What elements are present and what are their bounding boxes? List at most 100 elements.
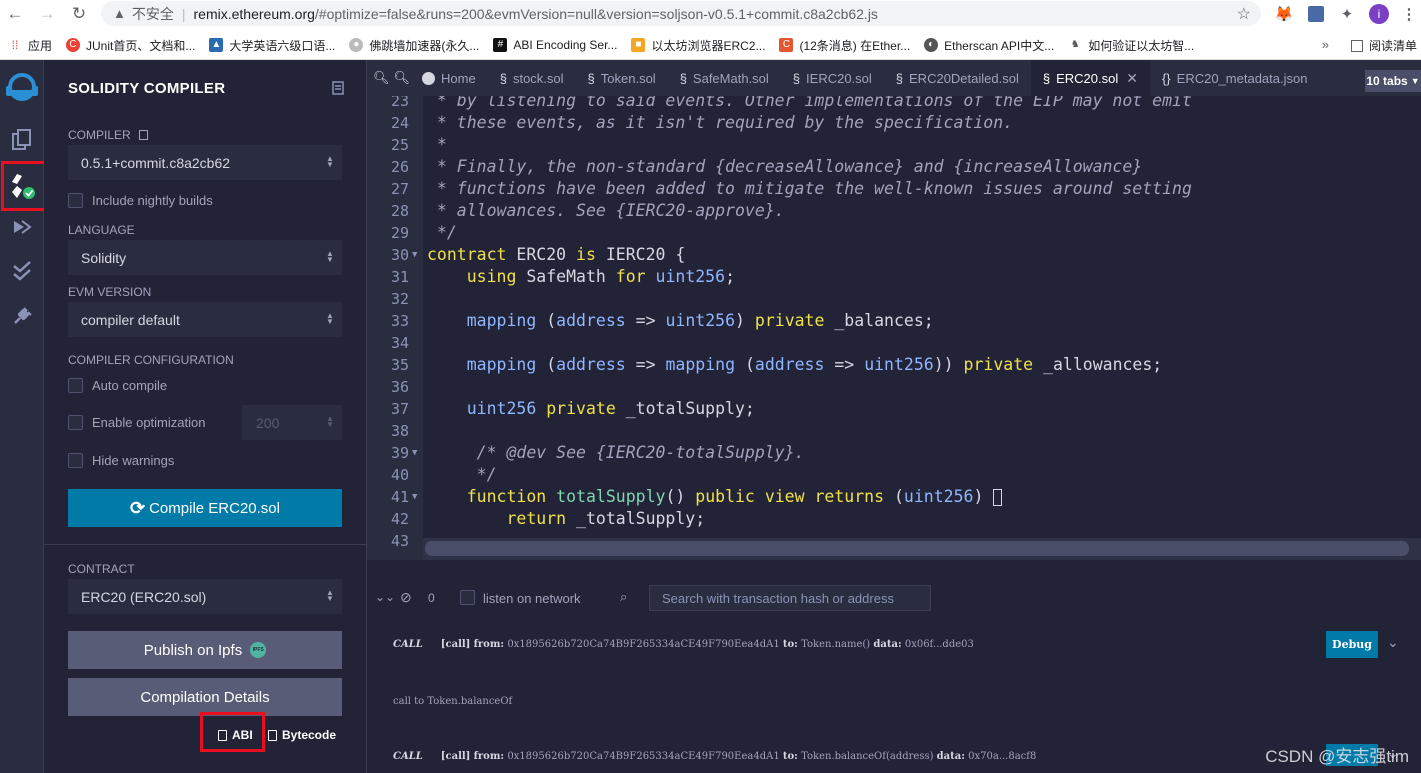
code-line[interactable]: 24 * these events, as it isn't required …	[367, 112, 1421, 134]
bookmark-item[interactable]: ◐ Etherscan API中文...	[924, 37, 1054, 54]
code-line[interactable]: 41 ▼ function totalSupply() public view r…	[367, 486, 1421, 508]
code-line[interactable]: 37 uint256 private _totalSupply;	[367, 398, 1421, 420]
debug-button[interactable]: Debug	[1326, 631, 1378, 658]
tab-ierc20-sol[interactable]: § IERC20.sol	[781, 60, 884, 96]
collapse-terminal-icon[interactable]: ⌄⌄	[375, 590, 395, 604]
language-label: LANGUAGE	[68, 223, 135, 237]
enable-optimization-checkbox[interactable]: Enable optimization	[68, 415, 205, 430]
code-line[interactable]: 23 * by listening to said events. Other …	[367, 96, 1421, 112]
checkbox-box[interactable]	[68, 378, 83, 393]
tab-stock-sol[interactable]: § stock.sol	[488, 60, 576, 96]
profile-avatar[interactable]: i	[1367, 2, 1391, 26]
line-number: 28	[390, 202, 409, 220]
include-nightly-checkbox[interactable]: Include nightly builds	[68, 193, 213, 208]
code-line[interactable]: 33 mapping (address => uint256) private …	[367, 310, 1421, 332]
plugin-manager-icon[interactable]	[8, 302, 36, 330]
extension-icon[interactable]	[1304, 2, 1328, 26]
tab-safemath-sol[interactable]: § SafeMath.sol	[668, 60, 781, 96]
bookmark-item[interactable]: ● 佛跳墙加速器(永久...	[349, 37, 479, 54]
bookmark-item[interactable]: # ABI Encoding Ser...	[493, 38, 617, 52]
tab-erc20-sol[interactable]: § ERC20.sol ✕	[1030, 60, 1150, 96]
language-select[interactable]: Solidity ▲ ▼	[68, 240, 342, 275]
terminal-call-row[interactable]: CALL [call] from: 0x1895626b720Ca74B9F265…	[393, 751, 1036, 762]
auto-compile-checkbox[interactable]: Auto compile	[68, 378, 167, 393]
menu-icon[interactable]: ⋮	[1397, 2, 1421, 26]
tab-erc20-metadata-json[interactable]: {} ERC20_metadata.json	[1150, 60, 1320, 96]
optimization-runs-input[interactable]: 200 ▲ ▼	[242, 405, 342, 440]
code-line[interactable]: 26 * Finally, the non-standard {decrease…	[367, 156, 1421, 178]
code-line[interactable]: 34	[367, 332, 1421, 354]
checkbox-box[interactable]	[68, 193, 83, 208]
code-line[interactable]: 35 mapping (address => mapping (address …	[367, 354, 1421, 376]
tabs-count-dropdown[interactable]: 10 tabs ▼	[1365, 70, 1421, 92]
tab-token-sol[interactable]: § Token.sol	[576, 60, 668, 96]
code-text: */	[427, 223, 457, 242]
reading-list[interactable]: 阅读清单	[1350, 37, 1417, 54]
code-line[interactable]: 40 */	[367, 464, 1421, 486]
bookmark-item[interactable]: ♞ 如何验证以太坊智...	[1068, 37, 1195, 54]
address-bar[interactable]: ▲ 不安全 | remix.ethereum.org/#optimize=fal…	[101, 1, 1261, 26]
fold-arrow-icon[interactable]: ▼	[412, 486, 417, 508]
metamask-icon[interactable]: 🦊	[1272, 2, 1296, 26]
compiler-version-select[interactable]: 0.5.1+commit.c8a2cb62 ▲ ▼	[68, 145, 342, 180]
code-line[interactable]: 32	[367, 288, 1421, 310]
bookmark-favicon: ◐	[924, 38, 939, 52]
hide-warnings-checkbox[interactable]: Hide warnings	[68, 453, 174, 468]
evm-version-select[interactable]: compiler default ▲ ▼	[68, 302, 342, 337]
bookmark-item[interactable]: ▲ 大学英语六级口语...	[209, 37, 335, 54]
code-line[interactable]: 29 */	[367, 222, 1421, 244]
side-panel: SOLIDITY COMPILER COMPILER 0.5.1+commit.…	[44, 60, 367, 773]
testing-icon[interactable]	[8, 257, 36, 285]
code-line[interactable]: 39 ▼ /* @dev See {IERC20-totalSupply}.	[367, 442, 1421, 464]
compilation-details-button[interactable]: Compilation Details	[68, 678, 342, 716]
code-line[interactable]: 38	[367, 420, 1421, 442]
publish-ipfs-button[interactable]: Publish on Ipfs IPFS	[68, 631, 342, 669]
forward-icon[interactable]: →	[34, 1, 60, 27]
reload-icon[interactable]: ↻	[66, 1, 92, 27]
checkbox-box[interactable]	[68, 415, 83, 430]
terminal-search-input[interactable]: Search with transaction hash or address	[649, 585, 931, 611]
code-text: * allowances. See {IERC20-approve}.	[427, 201, 785, 220]
bookmark-star-icon[interactable]: ☆	[1237, 4, 1251, 24]
tab-home[interactable]: Home	[410, 60, 488, 96]
code-line[interactable]: 25 *	[367, 134, 1421, 156]
bytecode-copy-link[interactable]: Bytecode	[268, 728, 336, 742]
compile-button[interactable]: ⟳ Compile ERC20.sol	[68, 489, 342, 527]
code-line[interactable]: 42 return _totalSupply;	[367, 508, 1421, 530]
terminal-call-row[interactable]: CALL [call] from: 0x1895626b720Ca74B9F265…	[393, 639, 974, 650]
chevron-down-icon[interactable]: ⌄	[1387, 635, 1399, 651]
code-line[interactable]: 30 ▼ contract ERC20 is IERC20 {	[367, 244, 1421, 266]
back-icon[interactable]: ←	[2, 1, 28, 27]
zoom-in-icon[interactable]: 🔍︎	[394, 70, 411, 86]
bookmark-item[interactable]: C JUnit首页、文档和...	[66, 37, 195, 54]
add-compiler-icon[interactable]	[139, 130, 149, 140]
puzzle-icon[interactable]: ✦	[1335, 2, 1359, 26]
fold-arrow-icon[interactable]: ▼	[412, 244, 417, 266]
code-text: * Finally, the non-standard {decreaseAll…	[427, 157, 1143, 176]
code-line[interactable]: 31 using SafeMath for uint256;	[367, 266, 1421, 288]
documentation-icon[interactable]	[332, 81, 344, 95]
tab-erc20detailed-sol[interactable]: § ERC20Detailed.sol	[884, 60, 1031, 96]
listen-network-checkbox[interactable]	[460, 590, 475, 605]
checkbox-box[interactable]	[68, 453, 83, 468]
close-tab-icon[interactable]: ✕	[1126, 70, 1138, 87]
bookmarks-more[interactable]: »	[1322, 37, 1329, 52]
code-line[interactable]: 28 * allowances. See {IERC20-approve}.	[367, 200, 1421, 222]
code-line[interactable]: 36	[367, 376, 1421, 398]
refresh-icon: ⟳	[130, 497, 146, 518]
remix-logo-icon[interactable]	[4, 70, 40, 106]
code-line[interactable]: 27 * functions have been added to mitiga…	[367, 178, 1421, 200]
code-text: mapping (address => mapping (address => …	[466, 355, 1163, 374]
fold-arrow-icon[interactable]: ▼	[412, 442, 417, 464]
bookmark-apps[interactable]: ⁞⁞ 应用	[8, 37, 52, 54]
code-editor[interactable]: 23 * by listening to said events. Other …	[367, 96, 1421, 560]
contract-select[interactable]: ERC20 (ERC20.sol) ▲ ▼	[68, 579, 342, 614]
zoom-out-icon[interactable]: 🔍︎	[373, 70, 390, 86]
clear-terminal-icon[interactable]: ⊘	[400, 589, 412, 606]
bookmark-item[interactable]: C (12条消息) 在Ether...	[779, 37, 910, 54]
line-number: 30	[390, 246, 409, 264]
deploy-run-icon[interactable]	[8, 213, 36, 241]
file-explorer-icon[interactable]	[8, 126, 36, 154]
bookmark-item[interactable]: ■ 以太坊浏览器ERC2...	[631, 37, 765, 54]
horizontal-scrollbar[interactable]	[425, 541, 1409, 556]
